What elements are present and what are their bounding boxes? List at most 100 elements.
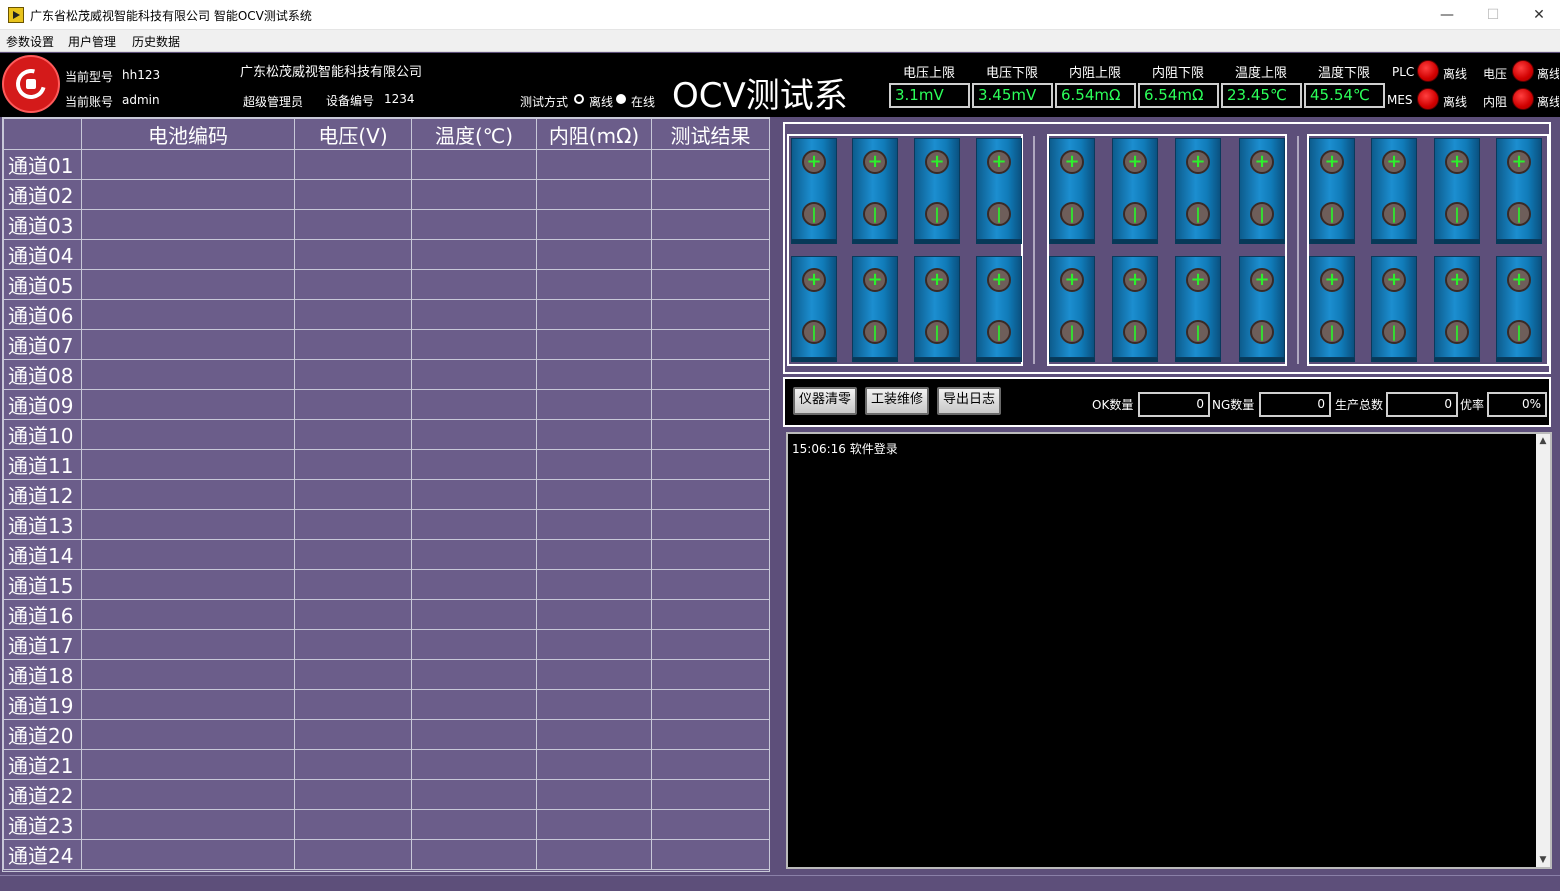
plus-icon: + xyxy=(925,268,949,292)
battery-tray: + | + | + | + | + | + | + | + | + | + | + | + | + | + | + | + | + | + | + | + |… xyxy=(783,122,1551,374)
plc-status-led xyxy=(1417,60,1439,82)
plc-state: 离线 xyxy=(1443,67,1468,81)
channel-label: 通道20 xyxy=(3,719,82,750)
mode-online-radio[interactable] xyxy=(616,94,626,104)
resistance-cell xyxy=(536,209,652,240)
temperature-cell xyxy=(411,389,537,420)
minus-icon: | xyxy=(1445,202,1469,226)
model-value: hh123 xyxy=(122,68,161,82)
resistance-cell xyxy=(536,629,652,660)
battery-cell: + | xyxy=(852,138,898,244)
fixture-repair-button[interactable]: 工装维修 xyxy=(865,387,930,415)
plus-icon: + xyxy=(863,150,887,174)
plus-icon: + xyxy=(802,268,826,292)
export-log-button[interactable]: 导出日志 xyxy=(937,387,1002,415)
resistance-cell xyxy=(536,329,652,360)
voltage-cell xyxy=(294,239,412,270)
table-row: 通道15 xyxy=(3,569,770,600)
result-cell xyxy=(651,359,770,390)
menu-item-history[interactable]: 历史数据 xyxy=(132,33,180,50)
mes-state: 离线 xyxy=(1443,95,1468,109)
channel-label: 通道09 xyxy=(3,389,82,420)
temperature-cell xyxy=(411,779,537,810)
plus-icon: + xyxy=(1123,150,1147,174)
plus-icon: + xyxy=(1507,150,1531,174)
barcode-cell xyxy=(81,749,295,780)
plus-icon: + xyxy=(925,150,949,174)
minimize-button[interactable]: — xyxy=(1424,0,1470,30)
resistance-lower-label: 内阻下限 xyxy=(1151,66,1204,81)
result-cell xyxy=(651,659,770,690)
table-row: 通道18 xyxy=(3,659,770,690)
channel-label: 通道04 xyxy=(3,239,82,270)
close-button[interactable]: ✕ xyxy=(1516,0,1560,30)
minus-icon: | xyxy=(1186,202,1210,226)
channel-label: 通道16 xyxy=(3,599,82,630)
resistance-cell xyxy=(536,659,652,690)
plus-icon: + xyxy=(1382,268,1406,292)
resistance-cell xyxy=(536,149,652,180)
table-row: 通道11 xyxy=(3,449,770,480)
channel-label: 通道05 xyxy=(3,269,82,300)
battery-group-1: + | + | + | + | + | + | + | + | xyxy=(787,134,1023,366)
minus-icon: | xyxy=(1186,320,1210,344)
minus-icon: | xyxy=(1507,320,1531,344)
plus-icon: + xyxy=(1060,268,1084,292)
barcode-cell xyxy=(81,479,295,510)
resistance-meter-led xyxy=(1512,88,1534,110)
table-row: 通道02 xyxy=(3,179,770,210)
resistance-cell xyxy=(536,569,652,600)
result-cell xyxy=(651,149,770,180)
temperature-cell xyxy=(411,569,537,600)
result-cell xyxy=(651,329,770,360)
result-cell xyxy=(651,689,770,720)
result-cell xyxy=(651,539,770,570)
barcode-cell xyxy=(81,689,295,720)
scroll-up-icon[interactable]: ▲ xyxy=(1536,434,1550,448)
temperature-cell xyxy=(411,809,537,840)
table-row: 通道06 xyxy=(3,299,770,330)
barcode-cell xyxy=(81,629,295,660)
maximize-button[interactable]: ☐ xyxy=(1470,0,1516,30)
resistance-cell xyxy=(536,779,652,810)
barcode-cell xyxy=(81,239,295,270)
voltage-upper-label: 电压上限 xyxy=(902,66,955,81)
barcode-cell xyxy=(81,509,295,540)
voltage-cell xyxy=(294,809,412,840)
account-value: admin xyxy=(122,93,160,107)
voltage-cell xyxy=(294,749,412,780)
channel-label: 通道18 xyxy=(3,659,82,690)
table-row: 通道19 xyxy=(3,689,770,720)
yield-label: 优率 xyxy=(1460,398,1485,412)
table-row: 通道17 xyxy=(3,629,770,660)
minus-icon: | xyxy=(1320,202,1344,226)
temperature-cell xyxy=(411,269,537,300)
menu-item-users[interactable]: 用户管理 xyxy=(68,33,116,50)
log-scrollbar[interactable]: ▲ ▼ xyxy=(1536,434,1550,867)
scroll-down-icon[interactable]: ▼ xyxy=(1536,853,1550,867)
table-row: 通道23 xyxy=(3,809,770,840)
minus-icon: | xyxy=(1507,202,1531,226)
minus-icon: | xyxy=(1445,320,1469,344)
mode-offline-radio[interactable] xyxy=(574,94,584,104)
company-name: 广东松茂威视智能科技有限公司 xyxy=(240,65,423,80)
title-bar: 广东省松茂威视智能科技有限公司 智能OCV测试系统 — ☐ ✕ xyxy=(0,0,1560,30)
resistance-cell xyxy=(536,749,652,780)
result-cell xyxy=(651,599,770,630)
resistance-cell xyxy=(536,449,652,480)
battery-cell: + | xyxy=(1309,256,1355,362)
battery-cell: + | xyxy=(852,256,898,362)
resistance-upper-label: 内阻上限 xyxy=(1068,66,1121,81)
table-row: 通道08 xyxy=(3,359,770,390)
voltage-upper-value: 3.1mV xyxy=(889,83,970,108)
header-panel: 当前型号 hh123 当前账号 admin 广东松茂威视智能科技有限公司 超级管… xyxy=(0,53,1560,117)
barcode-cell xyxy=(81,269,295,300)
instrument-zero-button[interactable]: 仪器清零 xyxy=(793,387,858,415)
channel-label: 通道07 xyxy=(3,329,82,360)
barcode-cell xyxy=(81,419,295,450)
result-cell xyxy=(651,839,770,870)
table-row: 通道03 xyxy=(3,209,770,240)
log-panel[interactable]: 15:06:16 软件登录 ▲ ▼ xyxy=(786,432,1552,869)
channel-label: 通道15 xyxy=(3,569,82,600)
menu-item-params[interactable]: 参数设置 xyxy=(6,33,54,50)
